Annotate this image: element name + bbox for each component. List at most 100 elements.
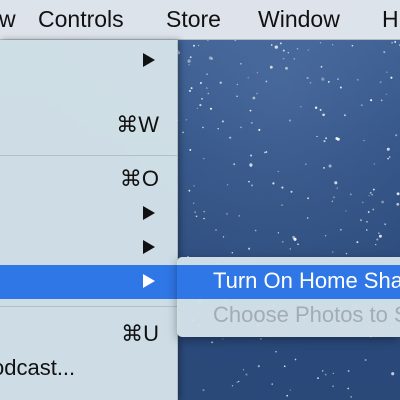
star: [378, 234, 382, 238]
menubar-item-store[interactable]: Store: [166, 0, 221, 40]
star: [242, 368, 245, 371]
menubar-item-window[interactable]: Window: [258, 0, 340, 40]
star: [195, 215, 198, 218]
star: [250, 154, 253, 157]
star: [391, 372, 395, 376]
star: [205, 87, 208, 90]
star: [182, 131, 184, 134]
star: [380, 99, 383, 102]
star: [332, 385, 334, 387]
star: [289, 248, 292, 250]
menu-item-submenu-2[interactable]: [0, 197, 177, 231]
star: [357, 79, 359, 81]
star: [249, 163, 253, 167]
star: [277, 232, 280, 234]
star: [339, 86, 342, 89]
star: [283, 365, 286, 368]
star: [367, 211, 370, 213]
star: [351, 44, 354, 47]
star: [372, 208, 375, 211]
menu-item-podcast[interactable]: odcast...: [0, 353, 177, 387]
star: [294, 358, 297, 361]
star: [296, 47, 299, 50]
menu-item-open[interactable]: ⌘O: [0, 164, 177, 198]
menu-item-close[interactable]: ⌘W: [0, 110, 177, 144]
star: [275, 350, 277, 353]
menu-item-cmd-u[interactable]: ⌘U: [0, 319, 177, 353]
submenu-item-turn-on-home-sharing[interactable]: Turn On Home Sharing: [177, 265, 400, 299]
star: [375, 243, 377, 246]
star: [238, 380, 240, 383]
star: [319, 108, 322, 111]
star: [271, 383, 274, 385]
star: [187, 59, 191, 63]
star: [366, 229, 368, 231]
star: [360, 104, 363, 107]
star: [337, 78, 339, 81]
star: [194, 211, 196, 213]
star: [325, 137, 328, 140]
star: [316, 135, 318, 138]
menubar-item-controls[interactable]: Controls: [38, 0, 124, 40]
star: [272, 182, 275, 185]
star: [324, 373, 327, 376]
star: [254, 229, 257, 232]
star: [381, 200, 384, 204]
star: [328, 164, 332, 168]
star: [306, 76, 309, 80]
star: [349, 193, 352, 196]
star: [300, 106, 302, 108]
star: [306, 217, 309, 219]
star: [209, 107, 213, 110]
star: [364, 359, 367, 361]
star: [193, 185, 195, 187]
menu-item-label: odcast...: [0, 355, 76, 380]
star: [334, 181, 338, 185]
menu-item-submenu-3[interactable]: [0, 231, 177, 265]
star: [323, 167, 325, 169]
menubar-item-help[interactable]: H: [382, 0, 399, 40]
star: [285, 66, 288, 70]
submenu-item-label: Choose Photos to Share...: [213, 302, 400, 327]
menu-item-home-sharing[interactable]: [0, 265, 177, 299]
star: [211, 341, 214, 344]
star: [369, 191, 372, 194]
submenu-item-choose-photos: Choose Photos to Share...: [177, 299, 400, 333]
star: [363, 139, 365, 142]
star: [193, 202, 195, 204]
star: [319, 42, 322, 44]
star: [290, 190, 293, 193]
star: [226, 213, 228, 215]
star: [347, 387, 350, 390]
star: [249, 109, 252, 112]
star: [384, 223, 387, 226]
star: [385, 93, 388, 96]
star: [188, 189, 191, 192]
star: [347, 370, 350, 372]
star: [281, 186, 284, 189]
star: [288, 119, 291, 122]
star: [282, 57, 285, 60]
star: [332, 44, 334, 46]
star: [217, 127, 219, 130]
star: [240, 126, 242, 129]
star: [287, 52, 289, 54]
star: [233, 163, 236, 166]
star: [286, 394, 289, 397]
star: [386, 71, 388, 73]
star: [332, 372, 334, 375]
star: [317, 377, 319, 380]
star: [282, 241, 284, 243]
star: [250, 184, 254, 187]
star: [366, 220, 368, 223]
star: [297, 243, 299, 245]
shortcut-cmd-w: ⌘W: [116, 112, 159, 137]
star: [332, 251, 334, 253]
star: [309, 82, 312, 84]
star: [327, 81, 330, 83]
menu-item-submenu-1[interactable]: [0, 44, 177, 78]
star: [269, 65, 273, 69]
menubar-item-view[interactable]: w: [0, 0, 16, 40]
star: [201, 97, 203, 100]
star: [321, 77, 325, 81]
